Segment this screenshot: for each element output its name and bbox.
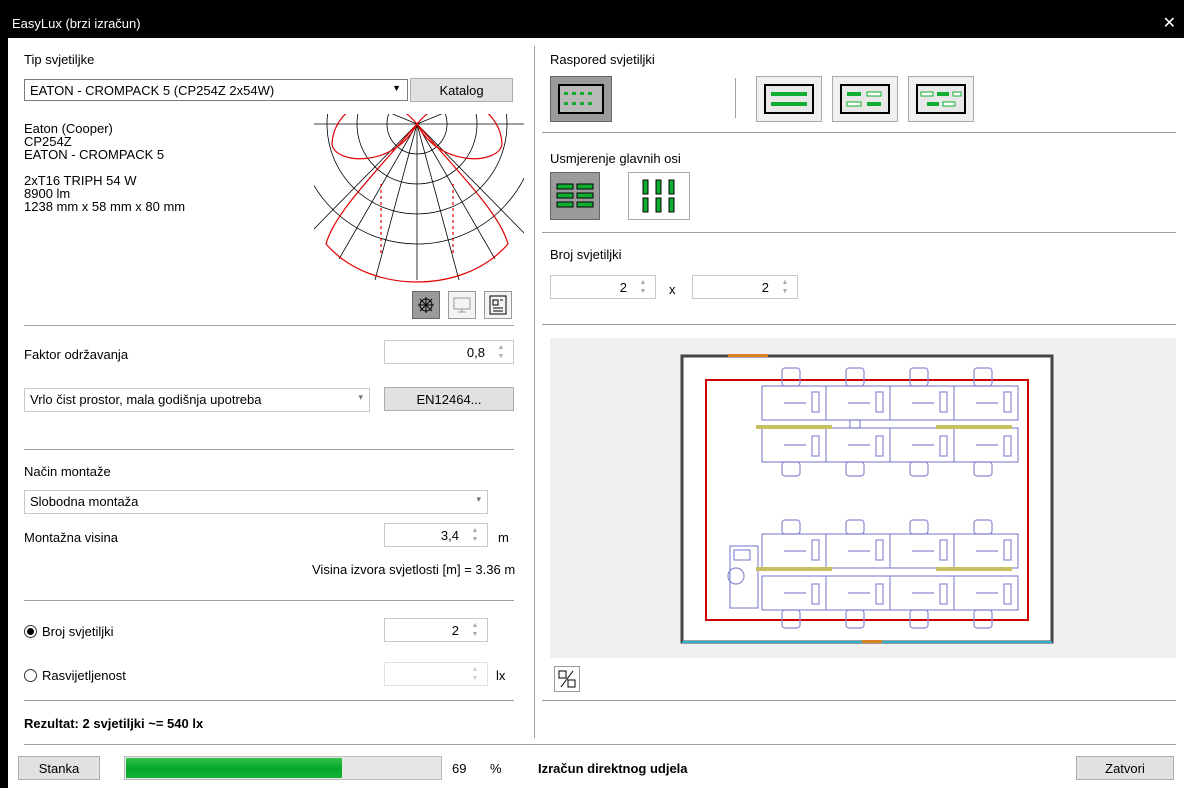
spinner-arrows-icon[interactable]: ▲ ▼ [466,665,484,683]
count-x-value: 2 [619,280,627,295]
product-name-text: EATON - CROMPACK 5 [24,147,165,162]
count-separator: x [669,282,676,297]
mounting-type-label: Način montaže [24,464,111,479]
count-y-input[interactable]: 2 ▲ ▼ [692,275,798,299]
luminaire-select-value: EATON - CROMPACK 5 (CP254Z 2x54W) [30,83,275,98]
monitor-icon[interactable] [448,291,476,319]
chevron-down-icon: ▾ [476,494,481,504]
spinner-arrows-icon[interactable]: ▲ ▼ [776,278,794,296]
divider [542,700,1176,701]
room-floorplan [680,354,1054,644]
chevron-down-icon: ▼ [392,83,401,93]
offset-layout-icon[interactable] [832,76,898,122]
illuminance-unit: lx [496,668,506,683]
close-button[interactable]: Zatvori [1076,756,1174,780]
illuminance-input[interactable]: ▲ ▼ [384,662,488,686]
panel-divider [534,46,535,738]
environment-select[interactable]: Vrlo čist prostor, mala godišnja upotreb… [24,388,370,412]
count-radio-label: Broj svjetiljki [42,624,114,639]
maintenance-factor-value: 0,8 [466,345,485,360]
progress-value: 69 [452,761,467,776]
divider [24,700,514,701]
luminaire-count-value: 2 [451,623,459,638]
mounting-height-input[interactable]: 3,4 ▲ ▼ [384,523,488,547]
divider [24,325,514,326]
polar-diagram [314,114,524,283]
luminaire-info: Eaton (Cooper) CP254Z EATON - CROMPACK 5… [24,122,185,213]
pause-button[interactable]: Stanka [18,756,100,780]
divider [542,232,1176,233]
maintenance-factor-input[interactable]: 0,8 ▲ ▼ [384,340,514,364]
mounting-height-unit: m [498,530,509,545]
percent-sign: % [490,761,502,776]
environment-select-value: Vrlo čist prostor, mala godišnja upotreb… [30,392,262,407]
swap-view-icon[interactable] [554,666,580,692]
luminaire-type-label: Tip svjetiljke [24,52,95,67]
illuminance-radio[interactable] [24,669,37,682]
en12464-button[interactable]: EN12464... [384,387,514,411]
mounting-height-value: 3,4 [440,528,459,543]
maintenance-factor-label: Faktor održavanja [24,347,129,362]
polar-diagram-icon[interactable] [412,291,440,319]
mounting-type-value: Slobodna montaža [30,494,139,509]
status-text: Izračun direktnog udjela [538,761,688,776]
statusbar-divider [24,744,1176,745]
close-icon[interactable]: ✕ [1163,13,1176,33]
dimensions-text: 1238 mm x 58 mm x 80 mm [24,199,186,214]
vertical-axis-icon[interactable] [628,172,690,220]
room-preview[interactable] [550,338,1176,658]
divider [24,449,514,450]
grid-layout-icon[interactable] [550,76,612,122]
rows-layout-icon[interactable] [756,76,822,122]
title-bar: EasyLux (brzi izračun) ✕ [8,8,1184,38]
spinner-arrows-icon[interactable]: ▲ ▼ [466,621,484,639]
count-y-value: 2 [761,280,769,295]
staggered-layout-icon[interactable] [908,76,974,122]
count-grid-label: Broj svjetiljki [550,247,622,262]
progress-fill [126,758,343,778]
count-radio[interactable] [24,625,37,638]
horizontal-axis-icon[interactable] [550,172,600,220]
window-title: EasyLux (brzi izračun) [12,16,141,31]
chevron-down-icon: ▾ [358,392,363,402]
result-text: Rezultat: 2 svjetiljki ~= 540 lx [24,716,204,731]
divider [542,324,1176,325]
progress-bar [124,756,442,780]
divider [735,78,736,118]
divider [24,600,514,601]
datasheet-icon[interactable] [484,291,512,319]
source-height-text: Visina izvora svjetlosti [m] = 3.36 m [312,562,516,577]
mounting-height-label: Montažna visina [24,530,118,545]
arrangement-label: Raspored svjetiljki [550,52,655,67]
divider [542,132,1176,133]
spinner-arrows-icon[interactable]: ▲ ▼ [466,526,484,544]
spinner-arrows-icon[interactable]: ▲ ▼ [492,343,510,361]
count-x-input[interactable]: 2 ▲ ▼ [550,275,656,299]
mounting-type-select[interactable]: Slobodna montaža ▾ [24,490,488,514]
orientation-label: Usmjerenje glavnih osi [550,151,681,166]
catalog-button[interactable]: Katalog [410,78,513,102]
luminaire-select[interactable]: EATON - CROMPACK 5 (CP254Z 2x54W) ▼ [24,79,408,101]
spinner-arrows-icon[interactable]: ▲ ▼ [634,278,652,296]
illuminance-radio-label: Rasvijetljenost [42,668,126,683]
dialog-body: Tip svjetiljke EATON - CROMPACK 5 (CP254… [8,38,1184,788]
luminaire-count-input[interactable]: 2 ▲ ▼ [384,618,488,642]
